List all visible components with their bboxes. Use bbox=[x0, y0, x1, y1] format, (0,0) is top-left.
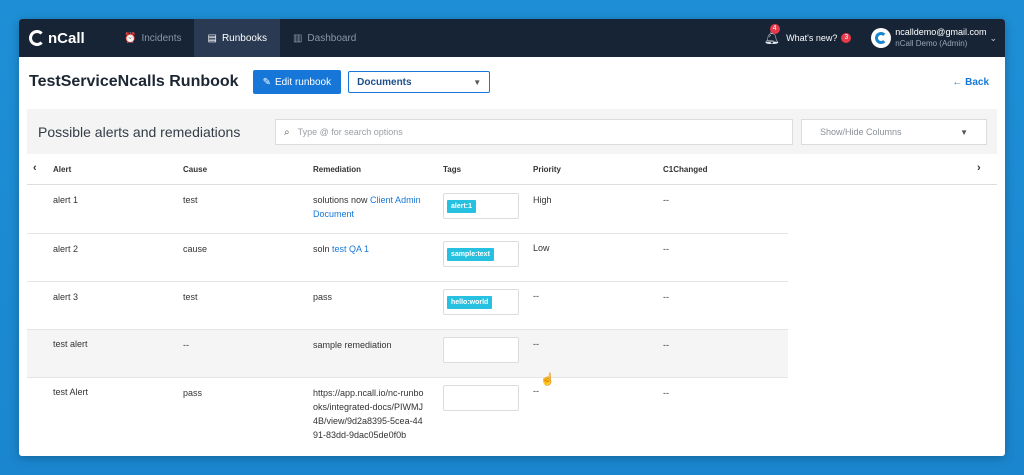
search-icon: ⌕ bbox=[284, 126, 290, 138]
alert-cell: alert 2 bbox=[53, 244, 79, 254]
c1changed-cell: -- bbox=[663, 340, 669, 350]
columns-select-label: Show/Hide Columns bbox=[820, 127, 902, 137]
bar-chart-icon: ▥ bbox=[292, 32, 303, 44]
ncall-logo-icon bbox=[29, 30, 45, 46]
user-menu[interactable]: ncalldemo@gmail.com nCall Demo (Admin) bbox=[895, 27, 986, 49]
search-placeholder: Type @ for search options bbox=[297, 127, 403, 137]
show-hide-columns-select[interactable]: Show/Hide Columns ▼ bbox=[801, 119, 987, 145]
avatar[interactable] bbox=[871, 28, 892, 48]
column-header-remediation[interactable]: Remediation bbox=[313, 165, 361, 174]
document-select-value: Documents bbox=[357, 76, 412, 88]
panel-title: Possible alerts and remediations bbox=[38, 124, 241, 140]
tags-field[interactable]: alert:1 bbox=[443, 193, 519, 219]
nav-item-runbooks[interactable]: ▤ Runbooks bbox=[194, 19, 280, 57]
brand-name: nCall bbox=[48, 29, 85, 47]
page-title: TestServiceNcalls Runbook bbox=[29, 73, 239, 90]
alert-cell: alert 1 bbox=[53, 195, 79, 205]
tags-field[interactable] bbox=[443, 385, 519, 411]
alert-cell: test Alert bbox=[53, 387, 89, 397]
tags-field[interactable]: hello:world bbox=[443, 289, 519, 315]
table-row[interactable]: test alert -- sample remediation -- -- bbox=[27, 330, 788, 378]
back-label: Back bbox=[965, 76, 989, 88]
whats-new-count-badge: 3 bbox=[841, 33, 852, 43]
scroll-left-icon[interactable]: ‹ bbox=[33, 162, 37, 174]
remediation-text: solutions now bbox=[313, 195, 371, 205]
edit-runbook-button[interactable]: ✎ Edit runbook bbox=[252, 70, 342, 94]
column-header-alert[interactable]: Alert bbox=[53, 165, 71, 174]
c1changed-cell: -- bbox=[663, 292, 669, 302]
cause-cell: test bbox=[183, 292, 198, 302]
back-link[interactable]: ← Back bbox=[952, 77, 989, 88]
tag-chip[interactable]: sample:text bbox=[447, 248, 494, 261]
c1changed-cell: -- bbox=[663, 244, 669, 254]
remediation-cell: solutions now Client Admin Document bbox=[313, 193, 433, 221]
user-role: nCall Demo (Admin) bbox=[895, 39, 968, 48]
alerts-table: ‹ Alert Cause Remediation Tags Priority … bbox=[27, 154, 997, 456]
remediation-cell: https://app.ncall.io/nc-runbooks/integra… bbox=[313, 388, 424, 440]
app-window: nCall ⏰ Incidents ▤ Runbooks ▥ Dashboard… bbox=[19, 19, 1005, 456]
table-header: ‹ Alert Cause Remediation Tags Priority … bbox=[27, 154, 997, 185]
cause-cell: -- bbox=[183, 340, 189, 350]
document-select[interactable]: Documents ▼ bbox=[348, 71, 491, 93]
notification-count-badge: 4 bbox=[769, 24, 780, 34]
tags-field[interactable] bbox=[443, 337, 519, 363]
cause-cell: test bbox=[183, 195, 198, 205]
tags-field[interactable]: sample:text bbox=[443, 241, 519, 267]
alert-cell: test alert bbox=[53, 339, 88, 349]
arrow-left-icon: ← bbox=[952, 76, 963, 88]
whats-new-link[interactable]: What's new? bbox=[786, 33, 837, 43]
pencil-icon: ✎ bbox=[262, 76, 271, 88]
nav-item-label: Runbooks bbox=[221, 32, 267, 44]
remediation-cell: pass bbox=[313, 292, 333, 302]
tag-chip[interactable]: alert:1 bbox=[447, 200, 477, 213]
nav-item-label: Incidents bbox=[141, 32, 182, 44]
priority-cell: High bbox=[533, 195, 552, 205]
tag-chip[interactable]: hello:world bbox=[447, 296, 493, 309]
table-row[interactable]: alert 2 cause soln test QA 1 sample:text… bbox=[27, 234, 788, 282]
scroll-right-icon[interactable]: › bbox=[977, 162, 981, 174]
nav-item-incidents[interactable]: ⏰ Incidents bbox=[111, 19, 194, 57]
column-header-c1changed[interactable]: C1Changed bbox=[663, 165, 707, 174]
remediation-link[interactable]: test QA 1 bbox=[332, 244, 369, 254]
column-header-priority[interactable]: Priority bbox=[533, 165, 561, 174]
notifications-button[interactable]: 🔔︎ 4 bbox=[764, 24, 780, 46]
remediation-text: soln bbox=[313, 244, 333, 254]
caret-down-icon: ▼ bbox=[960, 127, 968, 137]
priority-cell: -- bbox=[533, 386, 539, 396]
priority-cell: -- bbox=[533, 291, 539, 301]
remediation-cell: soln test QA 1 bbox=[313, 242, 433, 256]
brand-logo[interactable]: nCall bbox=[29, 30, 111, 47]
book-icon: ▤ bbox=[207, 32, 217, 44]
search-input[interactable]: ⌕ Type @ for search options bbox=[275, 119, 793, 145]
cause-cell: pass bbox=[183, 388, 203, 398]
priority-cell: Low bbox=[533, 243, 550, 253]
alerts-panel: Possible alerts and remediations ⌕ Type … bbox=[27, 109, 997, 456]
priority-cell: -- bbox=[533, 339, 539, 349]
table-row[interactable]: alert 1 test solutions now Client Admin … bbox=[27, 185, 788, 234]
remediation-cell: sample remediation bbox=[313, 340, 392, 350]
chevron-down-icon[interactable]: ⌄ bbox=[989, 33, 997, 44]
user-email: ncalldemo@gmail.com bbox=[895, 27, 987, 37]
nav-item-dashboard[interactable]: ▥ Dashboard bbox=[280, 19, 369, 57]
table-row[interactable]: alert 3 test pass hello:world -- -- bbox=[27, 282, 788, 330]
nav-item-label: Dashboard bbox=[307, 32, 357, 44]
column-header-cause[interactable]: Cause bbox=[183, 165, 207, 174]
cause-cell: cause bbox=[183, 244, 208, 254]
user-avatar-icon bbox=[875, 32, 888, 44]
c1changed-cell: -- bbox=[663, 195, 669, 205]
c1changed-cell: -- bbox=[663, 388, 669, 398]
hand-cursor-icon: ☝ bbox=[540, 372, 555, 386]
caret-down-icon: ▼ bbox=[473, 77, 482, 87]
table-row[interactable]: test Alert pass https://app.ncall.io/nc-… bbox=[27, 378, 788, 456]
alarm-clock-icon: ⏰ bbox=[124, 32, 137, 44]
alert-cell: alert 3 bbox=[53, 292, 79, 302]
top-navbar: nCall ⏰ Incidents ▤ Runbooks ▥ Dashboard… bbox=[19, 19, 1005, 57]
column-header-tags[interactable]: Tags bbox=[443, 165, 461, 174]
edit-runbook-label: Edit runbook bbox=[274, 76, 332, 88]
page-header: TestServiceNcalls Runbook ✎ Edit runbook… bbox=[19, 57, 1005, 107]
